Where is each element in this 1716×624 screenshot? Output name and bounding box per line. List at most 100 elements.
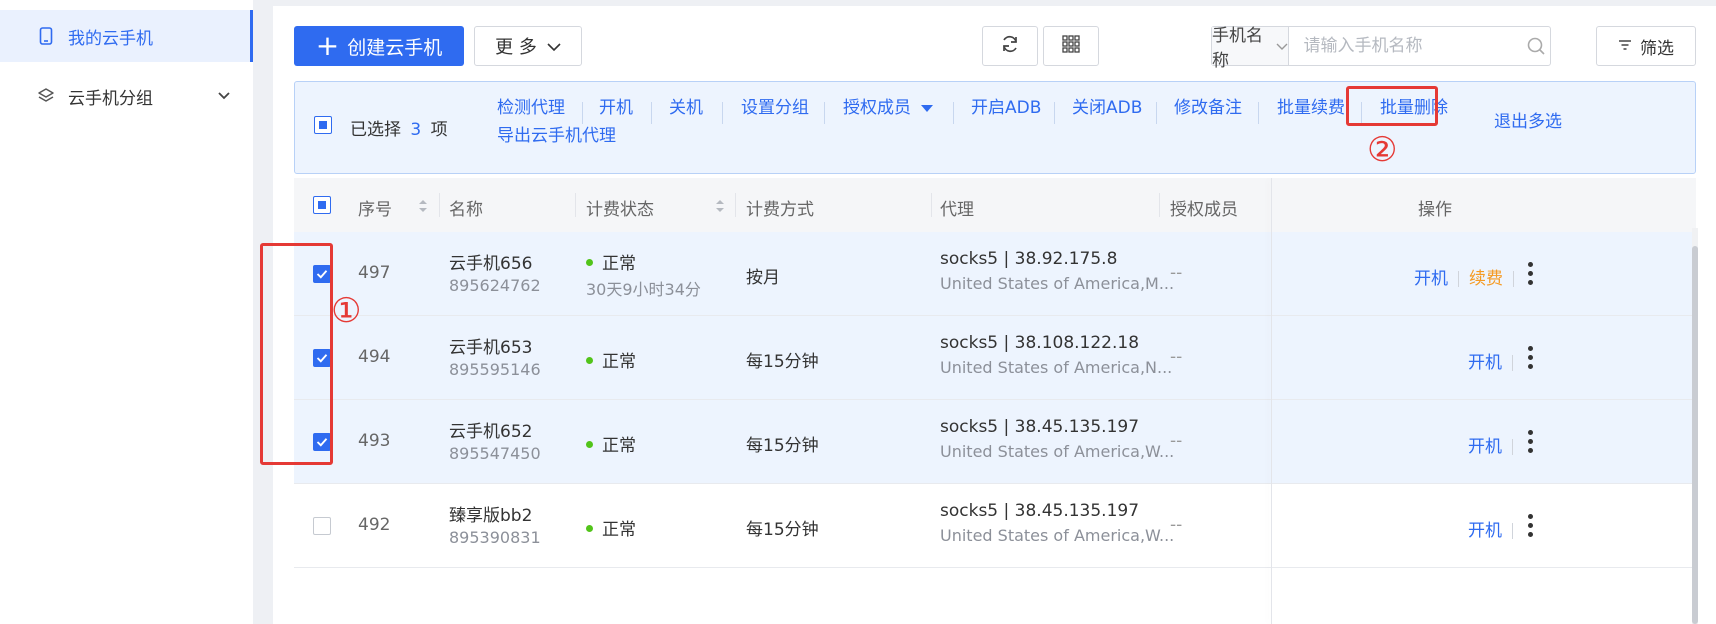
column-header-proxy: 代理 bbox=[940, 200, 974, 220]
set-group-action[interactable]: 设置分组 bbox=[741, 93, 809, 118]
row-members: -- bbox=[1170, 347, 1183, 367]
column-divider bbox=[1159, 193, 1160, 217]
refresh-icon bbox=[1000, 34, 1020, 59]
sort-icon[interactable] bbox=[418, 198, 428, 218]
sidebar: 我的云手机 云手机分组 bbox=[0, 0, 253, 624]
table-row[interactable]: 494 云手机653 895595146 正常 每15分钟 socks5 | 3… bbox=[294, 316, 1696, 400]
more-options-icon[interactable] bbox=[1528, 430, 1534, 454]
renew-link[interactable]: 续费 bbox=[1469, 269, 1503, 289]
header-select-all-checkbox[interactable] bbox=[313, 196, 331, 214]
select-all-checkbox[interactable] bbox=[314, 116, 332, 134]
export-proxy-action[interactable]: 导出云手机代理 bbox=[497, 121, 616, 146]
column-header-billing-status[interactable]: 计费状态 bbox=[586, 195, 654, 220]
main-panel: + 创建云手机 更 多 手机名称 请输入手机名称 筛选 已选择 3 项 检测代理… bbox=[260, 6, 1716, 624]
create-phone-button[interactable]: + 创建云手机 bbox=[294, 26, 464, 66]
row-proxy-location: United States of America,M... bbox=[940, 274, 1175, 293]
row-proxy-location: United States of America,W... bbox=[940, 442, 1175, 461]
scrollbar-thumb[interactable] bbox=[1692, 246, 1698, 624]
row-status: 正常 bbox=[586, 347, 636, 372]
filter-icon bbox=[1618, 36, 1632, 56]
column-header-index[interactable]: 序号 bbox=[358, 195, 392, 220]
batch-delete-action[interactable]: 批量删除 bbox=[1380, 93, 1448, 118]
search-icon[interactable] bbox=[1522, 27, 1550, 65]
more-options-icon[interactable] bbox=[1528, 514, 1534, 538]
column-header-name: 名称 bbox=[449, 200, 483, 220]
sort-icon[interactable] bbox=[715, 198, 725, 218]
power-on-link[interactable]: 开机 bbox=[1468, 437, 1502, 457]
sidebar-item-phone-groups[interactable]: 云手机分组 bbox=[0, 70, 253, 122]
power-on-action[interactable]: 开机 bbox=[599, 93, 633, 118]
row-billing-method: 每15分钟 bbox=[746, 520, 819, 540]
exit-multiselect-action[interactable]: 退出多选 bbox=[1494, 107, 1562, 132]
power-on-link[interactable]: 开机 bbox=[1414, 269, 1448, 289]
row-members: -- bbox=[1170, 515, 1183, 535]
status-text: 正常 bbox=[602, 520, 636, 540]
disable-adb-action[interactable]: 关闭ADB bbox=[1072, 93, 1142, 118]
check-proxy-action[interactable]: 检测代理 bbox=[497, 93, 565, 118]
edit-remark-action[interactable]: 修改备注 bbox=[1174, 93, 1242, 118]
column-header-billing-method: 计费方式 bbox=[746, 200, 814, 220]
row-proxy: socks5 | 38.92.175.8 bbox=[940, 249, 1118, 269]
row-ops: 开机 bbox=[1468, 432, 1523, 457]
table-row[interactable]: 492 臻享版bb2 895390831 正常 每15分钟 socks5 | 3… bbox=[294, 484, 1696, 568]
grid-view-button[interactable] bbox=[1043, 26, 1099, 66]
divider bbox=[1156, 102, 1157, 124]
divider bbox=[1458, 271, 1459, 287]
row-proxy: socks5 | 38.45.135.197 bbox=[940, 417, 1140, 437]
sidebar-item-my-phones[interactable]: 我的云手机 bbox=[0, 10, 253, 62]
column-divider bbox=[439, 193, 440, 217]
divider bbox=[1512, 439, 1513, 455]
selection-prefix: 已选择 bbox=[350, 120, 401, 140]
row-ops: 开机 bbox=[1468, 348, 1523, 373]
row-checkbox[interactable] bbox=[313, 433, 331, 451]
enable-adb-action[interactable]: 开启ADB bbox=[971, 93, 1041, 118]
create-phone-label: 创建云手机 bbox=[347, 36, 443, 59]
status-dot bbox=[586, 258, 593, 266]
authorize-members-label: 授权成员 bbox=[843, 98, 911, 118]
row-phone-id: 895547450 bbox=[449, 444, 541, 463]
row-checkbox[interactable] bbox=[313, 265, 331, 283]
plus-icon: + bbox=[315, 29, 340, 62]
search-input[interactable] bbox=[1289, 27, 1523, 65]
row-checkbox[interactable] bbox=[313, 517, 331, 535]
more-options-icon[interactable] bbox=[1528, 346, 1534, 370]
grid-icon bbox=[1062, 34, 1080, 58]
authorize-members-action[interactable]: 授权成员 bbox=[843, 93, 933, 118]
column-divider bbox=[735, 193, 736, 217]
power-off-action[interactable]: 关机 bbox=[669, 93, 703, 118]
row-remaining-time: 30天9小时34分 bbox=[586, 280, 701, 299]
row-members: -- bbox=[1170, 431, 1183, 451]
row-members: -- bbox=[1170, 263, 1183, 283]
layers-icon bbox=[36, 86, 56, 106]
more-options-icon[interactable] bbox=[1528, 262, 1534, 286]
search-field-label: 手机名称 bbox=[1212, 26, 1263, 71]
table-header: 序号 名称 计费状态 计费方式 代理 授权成员 操作 bbox=[294, 178, 1696, 232]
table-row[interactable]: 497 云手机656 895624762 正常 30天9小时34分 按月 soc… bbox=[294, 232, 1696, 316]
search-group: 手机名称 bbox=[1211, 26, 1551, 71]
refresh-button[interactable] bbox=[982, 26, 1038, 66]
row-phone-name: 臻享版bb2 bbox=[449, 506, 533, 526]
row-proxy-location: United States of America,W... bbox=[940, 526, 1175, 545]
divider bbox=[824, 102, 825, 124]
row-ops: 开机 续费 bbox=[1414, 264, 1524, 289]
divider bbox=[1361, 102, 1362, 124]
power-on-link[interactable]: 开机 bbox=[1468, 353, 1502, 373]
status-dot bbox=[586, 524, 593, 532]
status-dot bbox=[586, 356, 593, 364]
more-dropdown-button[interactable]: 更 多 bbox=[474, 26, 582, 66]
chevron-down-icon bbox=[1276, 36, 1288, 56]
row-checkbox[interactable] bbox=[313, 349, 331, 367]
batch-renew-action[interactable]: 批量续费 bbox=[1277, 93, 1345, 118]
row-phone-id: 895595146 bbox=[449, 360, 541, 379]
row-billing-method: 按月 bbox=[746, 268, 780, 288]
filter-button[interactable]: 筛选 bbox=[1596, 26, 1696, 66]
row-phone-id: 895390831 bbox=[449, 528, 541, 547]
column-header-members: 授权成员 bbox=[1170, 200, 1238, 220]
search-field-select[interactable]: 手机名称 bbox=[1212, 26, 1290, 71]
power-on-link[interactable]: 开机 bbox=[1468, 521, 1502, 541]
row-status: 正常 bbox=[586, 431, 636, 456]
selection-suffix: 项 bbox=[430, 120, 448, 140]
row-status: 正常 bbox=[586, 515, 636, 540]
table-row[interactable]: 493 云手机652 895547450 正常 每15分钟 socks5 | 3… bbox=[294, 400, 1696, 484]
status-text: 正常 bbox=[602, 352, 636, 372]
